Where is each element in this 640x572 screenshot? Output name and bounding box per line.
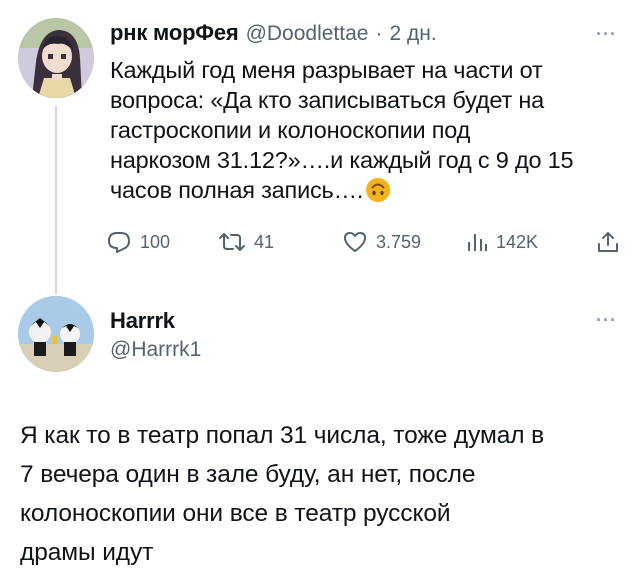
more-options-button[interactable]: ··· (596, 310, 617, 331)
retweet-button[interactable]: 41 (218, 230, 274, 254)
tweet1-author-name[interactable]: рнк морФея (110, 20, 239, 46)
avatar[interactable] (18, 18, 94, 98)
like-count: 3.759 (376, 231, 422, 252)
reply-icon (108, 232, 130, 253)
more-options-button[interactable]: ··· (596, 24, 617, 45)
tweet1-text: Каждый год меня разрывает на части от во… (110, 55, 630, 205)
retweet-count: 41 (254, 231, 275, 252)
tweet2-author-name[interactable]: Harrrk (110, 308, 175, 334)
retweet-icon (219, 233, 245, 251)
reply-count: 100 (140, 231, 171, 252)
tweet1-text-line: вопроса: «Да кто записываться будет на (110, 87, 545, 113)
views-bar-chart-icon (468, 234, 487, 251)
tweet1-timestamp[interactable]: 2 дн. (389, 22, 436, 46)
tweet2-text-line: колоноскопии они все в театр русской (20, 500, 451, 527)
avatar[interactable] (18, 296, 94, 372)
separator-dot: · (375, 22, 383, 45)
tweet2-text-line: 7 вечера один в зале буду, ан нет, после (20, 461, 476, 488)
views-count: 142K (496, 231, 539, 252)
cartoon-avatar-image (18, 296, 94, 372)
tweet1-handle[interactable]: @Doodlettae (246, 22, 369, 46)
heart-icon (344, 232, 366, 252)
tweet1-text-line: гастроскопии и колоноскопии под (110, 117, 471, 143)
views-button[interactable]: 142K (466, 230, 538, 254)
tweet2-handle[interactable]: @Harrrk1 (110, 338, 201, 362)
upside-down-face-emoji-icon (366, 178, 391, 202)
tweet1-text-line: Каждый год меня разрывает на части от (110, 57, 543, 83)
tweet2-text-line: Я как то в театр попал 31 числа, тоже ду… (20, 422, 545, 449)
tweet2-text: Я как то в театр попал 31 числа, тоже ду… (20, 416, 630, 572)
anime-girl-avatar-image (18, 18, 94, 98)
share-button[interactable] (596, 230, 620, 259)
thread-line (55, 106, 57, 294)
tweet2-text-line: драмы идут (20, 539, 154, 566)
tweet1-text-line: часов полная запись…. (110, 177, 364, 203)
reply-button[interactable]: 100 (106, 230, 170, 254)
share-icon (598, 232, 618, 252)
tweet1-text-line: наркозом 31.12?»….и каждый год с 9 до 15 (110, 147, 574, 173)
like-button[interactable]: 3.759 (342, 230, 421, 254)
